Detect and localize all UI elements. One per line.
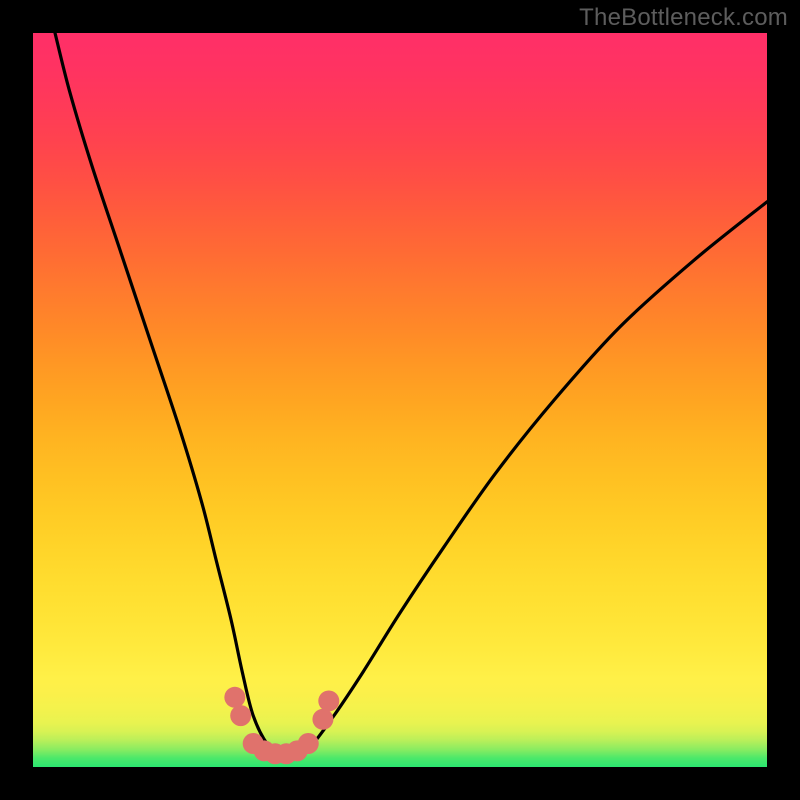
bottleneck-curve-path xyxy=(55,33,767,757)
marker-dot xyxy=(312,709,333,730)
marker-dot xyxy=(298,733,319,754)
chart-plot-area xyxy=(33,33,767,767)
watermark-text: TheBottleneck.com xyxy=(579,4,788,32)
chart-outer-frame: TheBottleneck.com xyxy=(0,0,800,800)
bottleneck-curve-svg xyxy=(33,33,767,767)
marker-dot xyxy=(224,687,245,708)
marker-dot xyxy=(318,690,339,711)
bottleneck-marker-dots xyxy=(224,687,339,765)
marker-dot xyxy=(230,705,251,726)
